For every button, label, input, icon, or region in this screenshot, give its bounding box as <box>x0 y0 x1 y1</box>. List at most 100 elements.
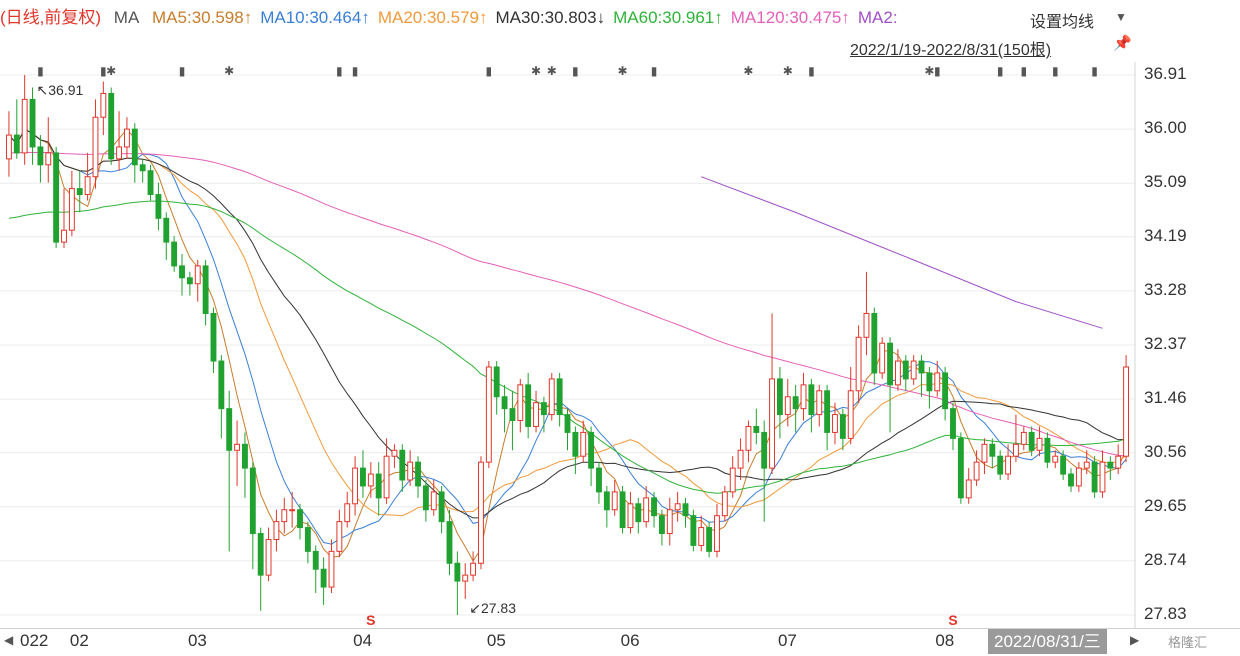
candle-body <box>328 550 335 588</box>
candle-body <box>493 366 500 398</box>
candlestick-chart[interactable]: ▮ ▮ ✱ ▮ ✱ ▮ ▮ ▮ ✱ ✱ ▮ ✱ ▮ ✱ ✱ ▮ ✱ ▮ ▮ ▮ ▮ ▮↖36.91↙27.83S S <box>0 0 1240 655</box>
info-bar-icon: ▮ <box>352 64 359 78</box>
x-tick-label: 02 <box>69 631 89 650</box>
candle-body <box>745 425 752 451</box>
candle-body <box>1115 455 1122 469</box>
candle-body <box>1075 467 1082 487</box>
candle-body <box>37 146 44 166</box>
ma-legend-item: MA60:30.961↑ <box>613 8 723 27</box>
candle-body <box>249 467 256 535</box>
candle-body <box>1028 431 1035 451</box>
settings-ma-button[interactable]: 设置均线 <box>1030 8 1094 32</box>
candle-body <box>367 473 374 487</box>
candle-body <box>234 443 241 451</box>
y-tick-label: 36.91 <box>1144 64 1187 83</box>
candle-body <box>509 408 516 422</box>
info-bar-icon: ▮ <box>1020 64 1027 78</box>
candle-body <box>147 170 154 196</box>
candle-body <box>21 98 28 154</box>
ma-legend-item: MA20:30.579↑ <box>377 8 488 27</box>
pin-icon[interactable]: 📌 <box>1113 34 1132 52</box>
candle-body <box>651 497 657 517</box>
candle-body <box>289 509 296 512</box>
candle-body <box>139 164 146 172</box>
candle-body <box>808 384 815 416</box>
candle-body <box>352 467 359 505</box>
candle-body <box>698 527 705 546</box>
ma-line <box>701 176 1103 329</box>
candle-body <box>1052 455 1059 463</box>
candle-body <box>957 437 964 499</box>
x-tick-label: 05 <box>486 631 506 650</box>
y-tick-label: 28.74 <box>1144 549 1187 569</box>
candle-body <box>997 455 1004 475</box>
scroll-left-icon[interactable]: ◀ <box>4 633 13 647</box>
candle-body <box>1083 461 1090 469</box>
candle-body <box>1123 366 1130 457</box>
candle-body <box>61 229 67 243</box>
candle-body <box>68 188 75 231</box>
info-bar-icon: ▮ <box>336 64 343 78</box>
candle-body <box>179 265 185 279</box>
info-star-icon: ✱ <box>618 64 628 78</box>
candle-body <box>108 92 115 160</box>
candle-body <box>619 491 626 529</box>
ma-items: MA5:30.598↑ MA10:30.464↑ MA20:30.579↑ MA30:… <box>152 8 906 27</box>
candle-body <box>525 384 532 427</box>
info-bar-icon: ▮ <box>1052 64 1059 78</box>
candle-body <box>635 503 642 523</box>
candle-body <box>839 414 846 439</box>
candle-body <box>596 467 602 493</box>
candle-body <box>580 431 587 457</box>
candle-body <box>682 503 689 517</box>
candle-body <box>847 390 854 439</box>
candle-body <box>430 491 437 511</box>
chevron-down-icon[interactable]: ▼ <box>1115 10 1127 24</box>
candle-body <box>769 378 775 469</box>
candle-body <box>273 521 280 540</box>
candle-body <box>478 461 484 564</box>
candle-body <box>989 443 996 457</box>
candle-body <box>611 491 618 511</box>
logo: 格隆汇 <box>1168 635 1208 650</box>
candle-body <box>155 194 162 219</box>
candle-body <box>501 396 508 410</box>
cursor-date: 2022/08/31/三 <box>988 629 1107 654</box>
info-star-icon: ✱ <box>783 64 793 78</box>
candle-body <box>816 390 823 416</box>
candle-body <box>242 443 248 469</box>
y-tick-label: 31.46 <box>1144 388 1187 408</box>
ma-legend-item: MA2: <box>857 8 898 27</box>
event-marker: S <box>366 612 375 628</box>
info-bar-icon: ▮ <box>997 64 1004 78</box>
candle-body <box>674 503 681 511</box>
candle-body <box>603 491 610 511</box>
candle-body <box>399 449 406 481</box>
candle-body <box>643 497 650 523</box>
candle-body <box>124 128 130 148</box>
info-bar-icon: ▮ <box>934 64 941 78</box>
info-star-icon: ✱ <box>547 64 557 78</box>
candle-body <box>721 491 728 517</box>
candle-body <box>383 455 390 499</box>
candle-body <box>588 431 595 469</box>
candle-body <box>163 217 170 243</box>
candle-body <box>517 384 524 422</box>
info-bar-icon: ▮ <box>486 64 493 78</box>
candle-body <box>934 372 941 392</box>
price-annotation: ↙27.83 <box>469 600 516 616</box>
candle-body <box>312 550 319 570</box>
info-bar-icon: ▮ <box>651 64 658 78</box>
candle-body <box>863 312 870 338</box>
y-tick-label: 34.19 <box>1144 225 1187 245</box>
candle-body <box>360 467 366 487</box>
candle-body <box>13 134 20 154</box>
scroll-right-icon[interactable]: ▶ <box>1130 633 1139 647</box>
candle-body <box>800 384 807 410</box>
candle-body <box>422 485 429 511</box>
candle-body <box>533 402 539 427</box>
price-annotation: ↖36.91 <box>37 82 84 98</box>
ma-legend-item: MA30:30.803↓ <box>495 8 606 27</box>
candle-body <box>690 515 697 546</box>
candle-body <box>438 491 445 523</box>
